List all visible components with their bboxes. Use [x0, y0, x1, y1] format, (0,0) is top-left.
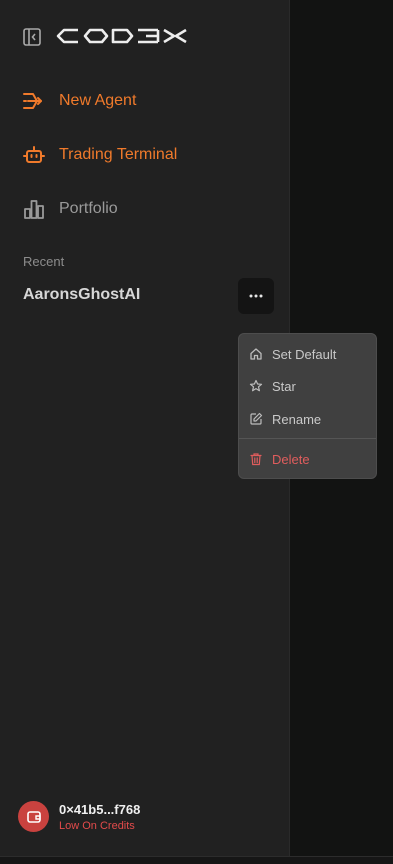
context-menu: Set Default Star Rename Delete [238, 333, 377, 479]
nav-trading-terminal[interactable]: Trading Terminal [22, 140, 262, 170]
menu-item-star[interactable]: Star [249, 375, 296, 397]
nav-new-agent[interactable]: New Agent [22, 86, 262, 116]
wallet-status: Low On Credits [59, 820, 135, 832]
star-icon [249, 379, 263, 393]
nav-item-label: Trading Terminal [59, 146, 178, 163]
menu-item-label: Star [272, 378, 296, 394]
robot-icon [22, 143, 46, 167]
nav-item-label: New Agent [59, 92, 137, 109]
menu-item-set-default[interactable]: Set Default [249, 343, 336, 365]
nav-portfolio[interactable]: Portfolio [22, 194, 262, 224]
menu-item-label: Rename [272, 411, 322, 427]
menu-item-rename[interactable]: Rename [249, 408, 321, 430]
more-options-button[interactable] [238, 278, 274, 314]
agent-arrows-icon [22, 89, 46, 113]
home-icon [249, 347, 263, 361]
bar-chart-icon [22, 197, 46, 221]
wallet-icon [26, 810, 41, 823]
trash-icon [249, 452, 263, 466]
recent-item-aaronsghostai[interactable]: AaronsGhostAI [23, 286, 140, 304]
wallet-address[interactable]: 0×41b5...f768 [59, 802, 140, 817]
wallet-avatar[interactable] [18, 801, 49, 832]
more-dots-icon [249, 294, 263, 298]
menu-divider [239, 438, 376, 439]
menu-item-label: Delete [272, 451, 310, 467]
edit-icon [249, 412, 263, 426]
menu-item-delete[interactable]: Delete [249, 448, 310, 470]
recent-section-title: Recent [23, 254, 65, 269]
codex-logo [56, 26, 188, 46]
menu-item-label: Set Default [272, 346, 337, 362]
sidebar-collapse-icon[interactable] [22, 27, 42, 47]
nav-item-label: Portfolio [59, 200, 118, 217]
